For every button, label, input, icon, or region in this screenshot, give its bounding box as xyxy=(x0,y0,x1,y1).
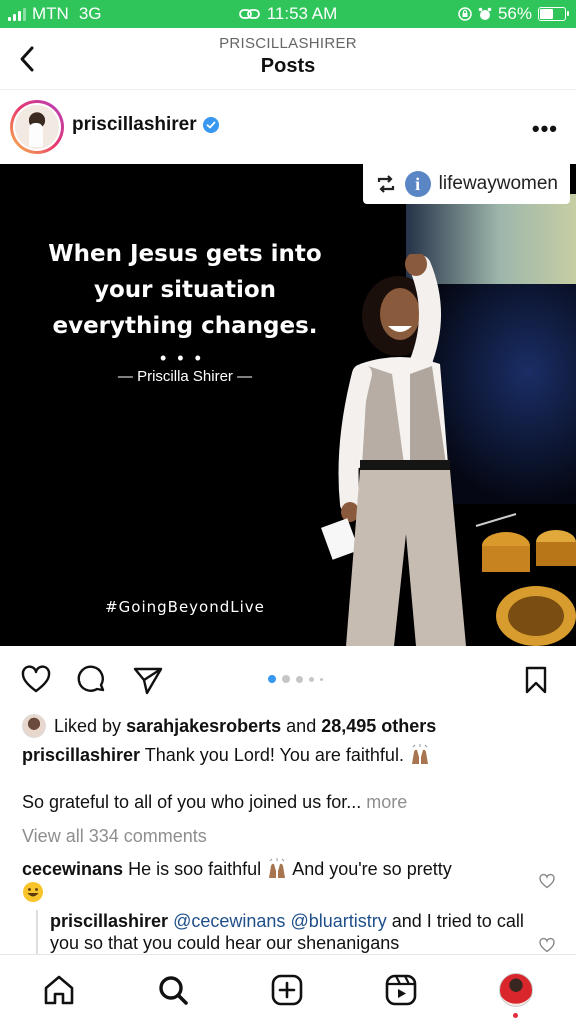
alarm-icon xyxy=(478,7,492,20)
status-bar: MTN 3G 11:53 AM 56% xyxy=(0,0,576,28)
post-header: priscillashirer ••• xyxy=(0,90,576,164)
reply-mention[interactable]: @cecewinans xyxy=(173,911,285,931)
post-image[interactable]: i lifewaywomen When Jesus gets into your… xyxy=(0,164,576,646)
likes-and: and xyxy=(286,715,317,736)
carousel-dot xyxy=(309,676,314,682)
praise-hands-emoji-icon xyxy=(411,744,428,764)
profile-avatar[interactable] xyxy=(499,973,533,1007)
liker-avatar xyxy=(22,714,46,738)
reply-username[interactable]: priscillashirer xyxy=(50,911,168,931)
quote-attribution: — Priscilla Shirer — xyxy=(117,368,253,385)
comment-row: cecewinans He is soo faithful And you're… xyxy=(22,857,522,905)
repost-icon xyxy=(377,175,394,193)
hashtag-text: #GoingBeyondLive xyxy=(105,598,265,616)
grinning-emoji-icon xyxy=(23,882,43,902)
info-icon: i xyxy=(404,171,431,197)
carousel-dot xyxy=(296,675,303,683)
reply-mention[interactable]: @bluartistry xyxy=(290,911,386,931)
page-title: Posts xyxy=(260,55,316,77)
reply-comment: priscillashirer @cecewinans @bluartistry… xyxy=(36,910,526,954)
heart-icon[interactable] xyxy=(20,664,52,696)
caption-text: Thank you Lord! You are faithful. xyxy=(144,745,404,765)
speaker-photo xyxy=(321,254,466,646)
praise-hands-emoji-icon xyxy=(269,858,286,878)
quote-dots: • • • xyxy=(160,348,204,368)
likes-count[interactable]: 28,495 others xyxy=(321,716,436,736)
view-all-comments[interactable]: View all 334 comments xyxy=(22,826,207,847)
clock: 11:53 AM xyxy=(266,4,338,23)
new-post-icon[interactable] xyxy=(270,973,304,1007)
likes-prefix: Liked by xyxy=(54,715,122,736)
comment-text-b: And you're so pretty xyxy=(292,859,452,879)
orientation-lock-icon xyxy=(458,7,472,21)
post-username[interactable]: priscillashirer xyxy=(72,114,219,136)
story-ring-avatar[interactable] xyxy=(10,100,64,154)
carousel-dot-active xyxy=(268,675,276,683)
caption: priscillashirer Thank you Lord! You are … xyxy=(22,743,562,767)
comment-text-a: He is soo faithful xyxy=(128,859,262,879)
repost-badge[interactable]: i lifewaywomen xyxy=(362,164,570,204)
send-icon[interactable] xyxy=(132,664,164,696)
quote-text: When Jesus gets into your situation ever… xyxy=(48,241,322,339)
comment-icon[interactable] xyxy=(76,664,108,696)
caption-continued: So grateful to all of you who joined us … xyxy=(22,792,407,813)
notification-dot xyxy=(513,1013,518,1018)
carousel-dot xyxy=(320,677,323,681)
likes-line[interactable]: Liked by sarahjakesroberts and 28,495 ot… xyxy=(22,714,436,738)
carousel-dot xyxy=(282,675,290,683)
comment-like-icon[interactable] xyxy=(538,872,556,890)
battery-icon xyxy=(538,7,569,21)
account-name: PRISCILLASHIRER xyxy=(219,35,357,52)
post-actions xyxy=(0,656,576,702)
top-header: PRISCILLASHIRER Posts xyxy=(0,28,576,90)
bottom-tab-bar xyxy=(0,954,576,1024)
battery-percent: 56% xyxy=(497,4,532,23)
verified-badge-icon xyxy=(202,117,219,133)
liker-username[interactable]: sarahjakesroberts xyxy=(126,716,281,736)
more-options-icon[interactable]: ••• xyxy=(532,116,558,142)
reels-icon[interactable] xyxy=(384,973,418,1007)
call-link-icon xyxy=(238,9,260,19)
more-link[interactable]: more xyxy=(366,792,407,812)
avatar xyxy=(15,105,59,149)
comment-username[interactable]: cecewinans xyxy=(22,859,123,879)
username-label[interactable]: priscillashirer xyxy=(72,114,197,136)
caption-text-2: So grateful to all of you who joined us … xyxy=(22,792,362,812)
bookmark-icon[interactable] xyxy=(520,664,552,696)
repost-username[interactable]: lifewaywomen xyxy=(439,173,558,195)
search-icon[interactable] xyxy=(156,973,190,1007)
home-icon[interactable] xyxy=(42,973,76,1007)
carousel-indicator xyxy=(268,675,323,683)
reply-like-icon[interactable] xyxy=(538,936,556,954)
caption-username[interactable]: priscillashirer xyxy=(22,745,140,765)
